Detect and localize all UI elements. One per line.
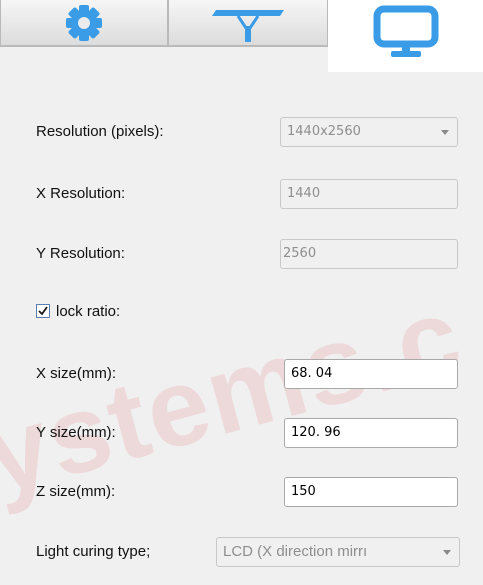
z-size-label: Z size(mm): xyxy=(36,483,116,500)
lock-ratio-row: lock ratio: xyxy=(36,297,336,327)
y-resolution-row: Y Resolution: 2560 xyxy=(36,239,466,269)
tab-settings[interactable] xyxy=(0,0,168,46)
lock-ratio-checkbox[interactable] xyxy=(36,304,50,318)
chevron-down-icon xyxy=(441,130,449,135)
gear-icon xyxy=(66,5,102,41)
y-size-row: Y size(mm): 120. 96 xyxy=(36,418,466,448)
x-resolution-label: X Resolution: xyxy=(36,185,126,202)
y-resolution-value: 2560 xyxy=(283,246,317,261)
light-curing-select[interactable]: LCD (X direction mirrı xyxy=(216,537,460,567)
tab-supports[interactable] xyxy=(168,0,328,46)
light-curing-value: LCD (X direction mirrı xyxy=(223,543,368,560)
light-curing-label: Light curing type; xyxy=(36,543,151,560)
y-resolution-label: Y Resolution: xyxy=(36,245,125,262)
z-size-row: Z size(mm): 150 xyxy=(36,477,466,507)
printer-settings-panel: ystems.c Resolution (pixels): 1440x2560 … xyxy=(0,72,483,585)
tab-printer[interactable] xyxy=(328,0,483,72)
support-tree-icon xyxy=(212,10,284,42)
resolution-label: Resolution (pixels): xyxy=(36,123,164,140)
chevron-down-icon xyxy=(443,550,451,555)
x-size-value: 68. 04 xyxy=(291,366,333,381)
x-resolution-value: 1440 xyxy=(287,186,321,201)
light-curing-row: Light curing type; LCD (X direction mirr… xyxy=(36,537,466,567)
x-size-label: X size(mm): xyxy=(36,365,116,382)
x-resolution-row: X Resolution: 1440 xyxy=(36,179,466,209)
y-size-input[interactable]: 120. 96 xyxy=(284,418,458,448)
resolution-value: 1440x2560 xyxy=(287,124,361,139)
checkmark-icon xyxy=(38,306,48,316)
x-resolution-field[interactable]: 1440 xyxy=(280,179,458,209)
x-size-input[interactable]: 68. 04 xyxy=(284,359,458,389)
y-size-label: Y size(mm): xyxy=(36,424,116,441)
divider xyxy=(0,46,328,47)
z-size-value: 150 xyxy=(291,484,316,499)
monitor-icon xyxy=(373,5,438,57)
resolution-row: Resolution (pixels): 1440x2560 xyxy=(36,117,466,147)
resolution-select[interactable]: 1440x2560 xyxy=(280,117,458,147)
lock-ratio-label: lock ratio: xyxy=(56,303,121,320)
y-size-value: 120. 96 xyxy=(291,425,341,440)
y-resolution-field[interactable]: 2560 xyxy=(280,239,458,269)
z-size-input[interactable]: 150 xyxy=(284,477,458,507)
x-size-row: X size(mm): 68. 04 xyxy=(36,359,466,389)
